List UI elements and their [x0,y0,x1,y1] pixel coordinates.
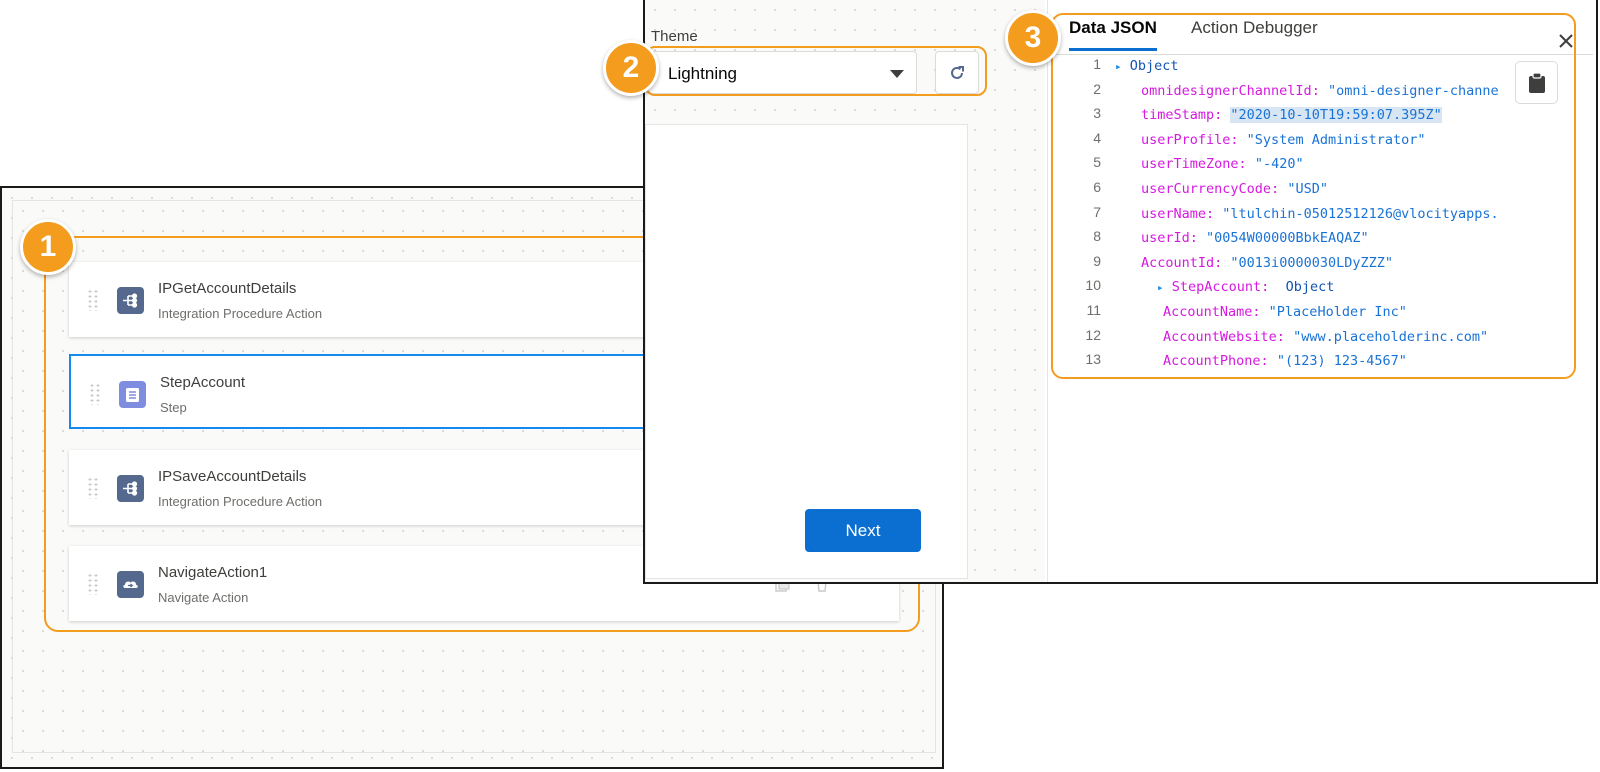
card-title: StepAccount [160,374,246,391]
drag-handle-icon[interactable] [87,573,99,595]
card-title: IPGetAccountDetails [158,280,297,297]
drag-handle-icon[interactable] [87,477,99,499]
card-subtitle: Navigate Action [158,590,249,605]
drag-handle-icon[interactable] [89,383,101,405]
callout-frame-2 [645,46,987,96]
preview-window: Theme Lightning Next Data JSON Action De… [643,0,1598,584]
badge-1: 1 [20,219,76,275]
card-subtitle: Integration Procedure Action [158,306,323,321]
card-subtitle: Step [160,400,187,415]
step-icon [119,381,146,408]
card-subtitle: Integration Procedure Action [158,494,323,509]
json-panel: Data JSON Action Debugger 1 ▸ Object 2 omni… [1047,0,1596,582]
card-title: NavigateAction1 [158,564,268,581]
badge-3: 3 [1005,10,1061,66]
badge-2: 2 [603,40,659,96]
navigate-icon [117,571,144,598]
drag-handle-icon[interactable] [87,289,99,311]
preview-pane: Theme Lightning Next [645,0,1045,582]
preview-form: Next [645,124,968,579]
callout-frame-3 [1051,13,1576,379]
integration-procedure-icon [117,287,144,314]
next-button[interactable]: Next [805,509,921,552]
theme-label: Theme [651,28,698,45]
card-title: IPSaveAccountDetails [158,468,307,485]
integration-procedure-icon [117,475,144,502]
